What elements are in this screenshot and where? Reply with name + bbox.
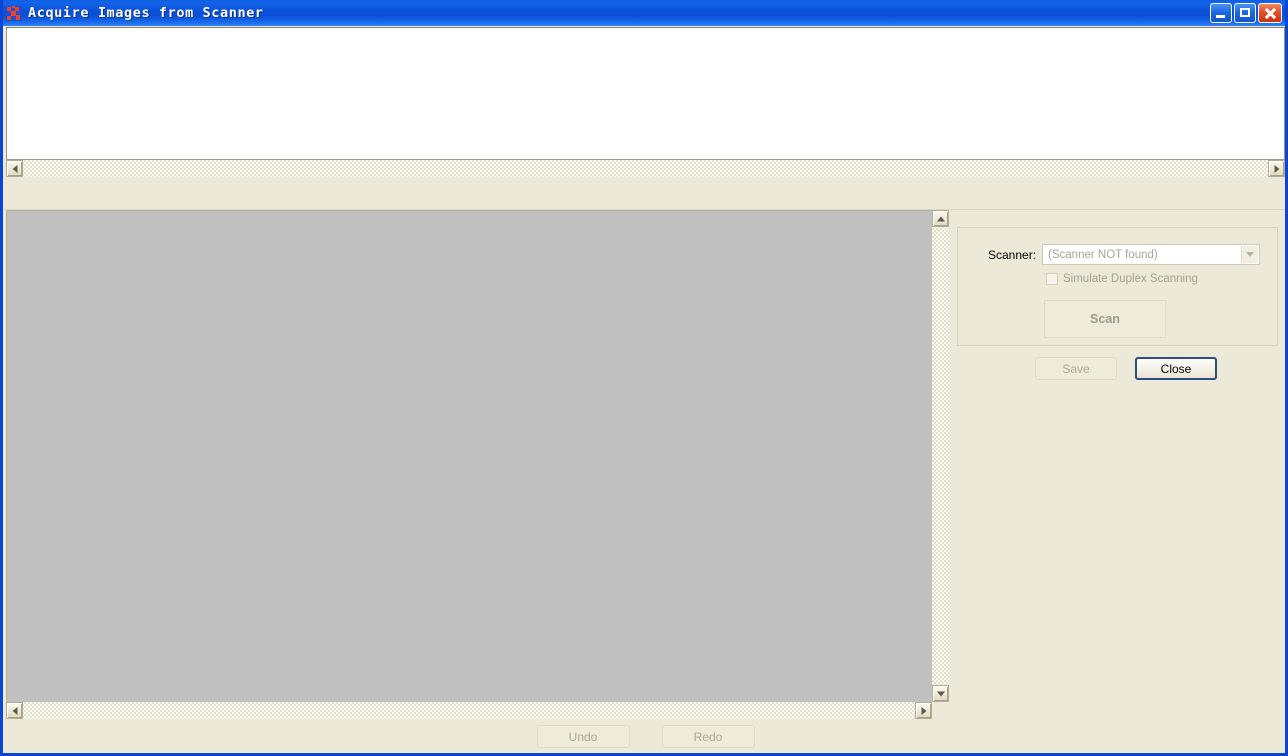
canvas-scroll-up-button[interactable] <box>932 210 949 227</box>
canvas-vertical-scrollbar[interactable] <box>932 210 949 702</box>
thumbnail-horizontal-scrollbar[interactable] <box>6 160 1285 177</box>
scan-button[interactable]: Scan <box>1044 300 1166 338</box>
arrow-down-icon <box>936 691 945 696</box>
save-button[interactable]: Save <box>1035 357 1117 380</box>
scanner-label: Scanner: <box>988 247 1037 262</box>
image-canvas[interactable] <box>6 210 934 702</box>
undo-redo-group: Undo Redo <box>6 725 1285 748</box>
duplex-checkbox-label: Simulate Duplex Scanning <box>1063 273 1198 285</box>
close-button[interactable] <box>1258 3 1282 23</box>
undo-button[interactable]: Undo <box>536 725 630 748</box>
app-icon <box>6 5 22 21</box>
footer-bar: Undo Redo <box>6 719 1285 753</box>
canvas-horizontal-scrollbar[interactable] <box>6 702 932 719</box>
scanner-select[interactable]: (Scanner NOT found) <box>1042 244 1260 265</box>
duplex-checkbox-row[interactable]: Simulate Duplex Scanning <box>1046 273 1198 285</box>
scanner-select-dropdown-button[interactable] <box>1241 246 1258 263</box>
canvas-scroll-right-button[interactable] <box>915 702 932 719</box>
maximize-icon <box>1240 8 1250 17</box>
window-title: Acquire Images from Scanner <box>28 5 264 21</box>
scanner-group-box: Scanner: (Scanner NOT found) Simulate Du… <box>957 227 1278 346</box>
minimize-button[interactable] <box>1210 3 1232 23</box>
canvas-scroll-down-button[interactable] <box>932 685 949 702</box>
arrow-right-icon <box>921 706 926 715</box>
minimize-icon <box>1216 15 1225 18</box>
arrow-left-icon <box>12 706 17 715</box>
scanner-settings-panel: Scanner: (Scanner NOT found) Simulate Du… <box>949 210 1285 702</box>
arrow-up-icon <box>936 216 945 221</box>
maximize-button[interactable] <box>1234 3 1256 23</box>
window-controls <box>1210 3 1282 23</box>
thumbnail-scroll-right-button[interactable] <box>1268 160 1285 177</box>
duplex-checkbox[interactable] <box>1046 273 1058 285</box>
thumbnail-scroll-left-button[interactable] <box>6 160 23 177</box>
scanner-select-row: Scanner: (Scanner NOT found) <box>988 244 1260 265</box>
toolbar-band <box>6 177 1285 210</box>
redo-button[interactable]: Redo <box>661 725 755 748</box>
close-dialog-button[interactable]: Close <box>1135 357 1217 380</box>
panel-action-row: Save Close <box>1035 357 1217 380</box>
scanner-select-value: (Scanner NOT found) <box>1048 248 1158 261</box>
arrow-left-icon <box>12 164 17 173</box>
title-bar: Acquire Images from Scanner <box>3 0 1285 26</box>
thumbnail-strip[interactable] <box>6 27 1285 160</box>
canvas-scroll-left-button[interactable] <box>6 702 23 719</box>
scanner-window: Acquire Images from Scanner Scanner: (Sc… <box>0 0 1288 756</box>
chevron-down-icon <box>1246 251 1254 257</box>
arrow-right-icon <box>1274 164 1279 173</box>
